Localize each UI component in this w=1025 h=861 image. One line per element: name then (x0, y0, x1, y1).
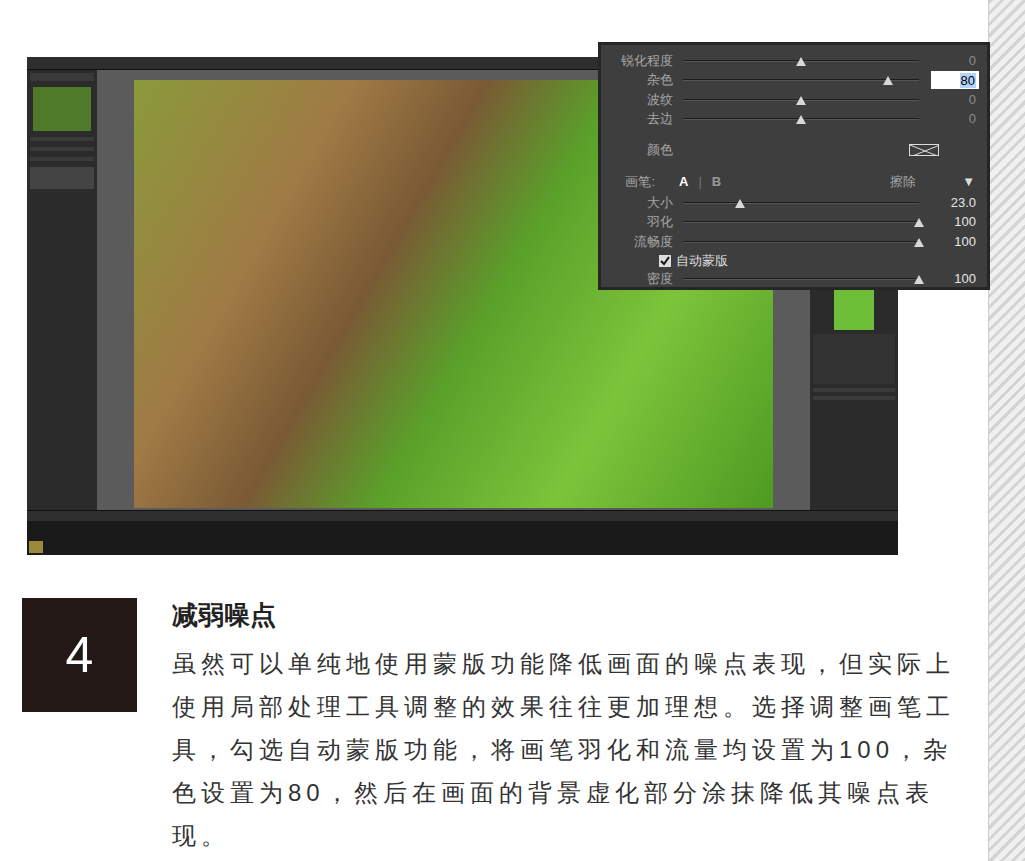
slider-value: 100 (954, 271, 979, 287)
step-title: 减弱噪点 (172, 598, 957, 632)
slider-row: 流畅度 100 (607, 232, 979, 252)
slider-row: 密度 100 (607, 270, 979, 290)
filmstrip (27, 521, 898, 555)
auto-mask-checkbox[interactable] (659, 255, 671, 267)
page: 4 减弱噪点虽然可以单纯地使用蒙版功能降低画面的噪点表现，但实际上使用局部处理工具… (0, 0, 1025, 861)
brush-menu-toggle[interactable]: ▼ (962, 172, 975, 192)
check-icon (660, 256, 670, 266)
slider-row: 大小 23.0 (607, 193, 979, 213)
slider-track[interactable] (683, 274, 919, 284)
slider-knob[interactable] (735, 199, 745, 208)
value-field[interactable]: 80 (931, 71, 979, 89)
slider-knob[interactable] (883, 76, 893, 85)
step-number-box: 4 (22, 598, 137, 712)
auto-mask-row[interactable]: 自动蒙版 (607, 252, 979, 270)
brush-tab[interactable]: B (712, 172, 721, 192)
step-text: 减弱噪点虽然可以单纯地使用蒙版功能降低画面的噪点表现，但实际上使用局部处理工具调… (172, 598, 957, 857)
slider-value: 0 (969, 53, 979, 69)
slider-row: 杂色 80 (607, 71, 979, 91)
slider-value: 100 (954, 214, 979, 230)
slider-row: 锐化程度 0 (607, 51, 979, 71)
slider-label: 杂色 (607, 72, 673, 88)
slider-value: 0 (969, 92, 979, 108)
slider-label: 波纹 (607, 92, 673, 108)
brush-tab[interactable]: A (679, 172, 688, 192)
color-swatch[interactable] (909, 144, 939, 156)
slider-label: 羽化 (607, 214, 673, 230)
slider-knob[interactable] (914, 218, 924, 227)
slider-label: 锐化程度 (607, 53, 673, 69)
slider-row: 去边 0 (607, 110, 979, 130)
slider-value: 100 (954, 234, 979, 250)
striped-border (988, 0, 1025, 861)
toolbar (27, 510, 898, 521)
brush-header: 画笔:A|B擦除▼ (607, 171, 979, 193)
slider-label: 流畅度 (607, 234, 673, 250)
erase-tab[interactable]: 擦除 (890, 172, 916, 192)
slider-track[interactable] (683, 237, 919, 247)
slider-track[interactable] (683, 56, 919, 66)
step-number: 4 (66, 630, 94, 680)
slider-track[interactable] (683, 217, 919, 227)
slider-row: 波纹 0 (607, 90, 979, 110)
no-color-icon (910, 145, 939, 156)
slider-value: 0 (969, 111, 979, 127)
slider-track[interactable] (683, 114, 919, 124)
slider-knob[interactable] (914, 238, 924, 247)
slider-knob[interactable] (796, 57, 806, 66)
settings-inset: 锐化程度0杂色80波纹0去边0颜色画笔:A|B擦除▼大小23.0羽化100流畅度… (598, 42, 990, 290)
step-section: 4 减弱噪点虽然可以单纯地使用蒙版功能降低画面的噪点表现，但实际上使用局部处理工具… (0, 598, 988, 857)
slider-row: 羽化 100 (607, 213, 979, 233)
left-panel (27, 70, 97, 510)
slider-knob[interactable] (796, 115, 806, 124)
slider-label: 去边 (607, 111, 673, 127)
slider-track[interactable] (683, 75, 919, 85)
slider-label: 密度 (607, 271, 673, 287)
slider-knob[interactable] (796, 96, 806, 105)
slider-knob[interactable] (914, 275, 924, 284)
slider-value: 23.0 (951, 195, 979, 211)
step-body: 虽然可以单纯地使用蒙版功能降低画面的噪点表现，但实际上使用局部处理工具调整的效果… (172, 642, 957, 857)
slider-track[interactable] (683, 198, 919, 208)
slider-label: 大小 (607, 195, 673, 211)
color-row: 颜色 (607, 133, 979, 167)
slider-track[interactable] (683, 95, 919, 105)
